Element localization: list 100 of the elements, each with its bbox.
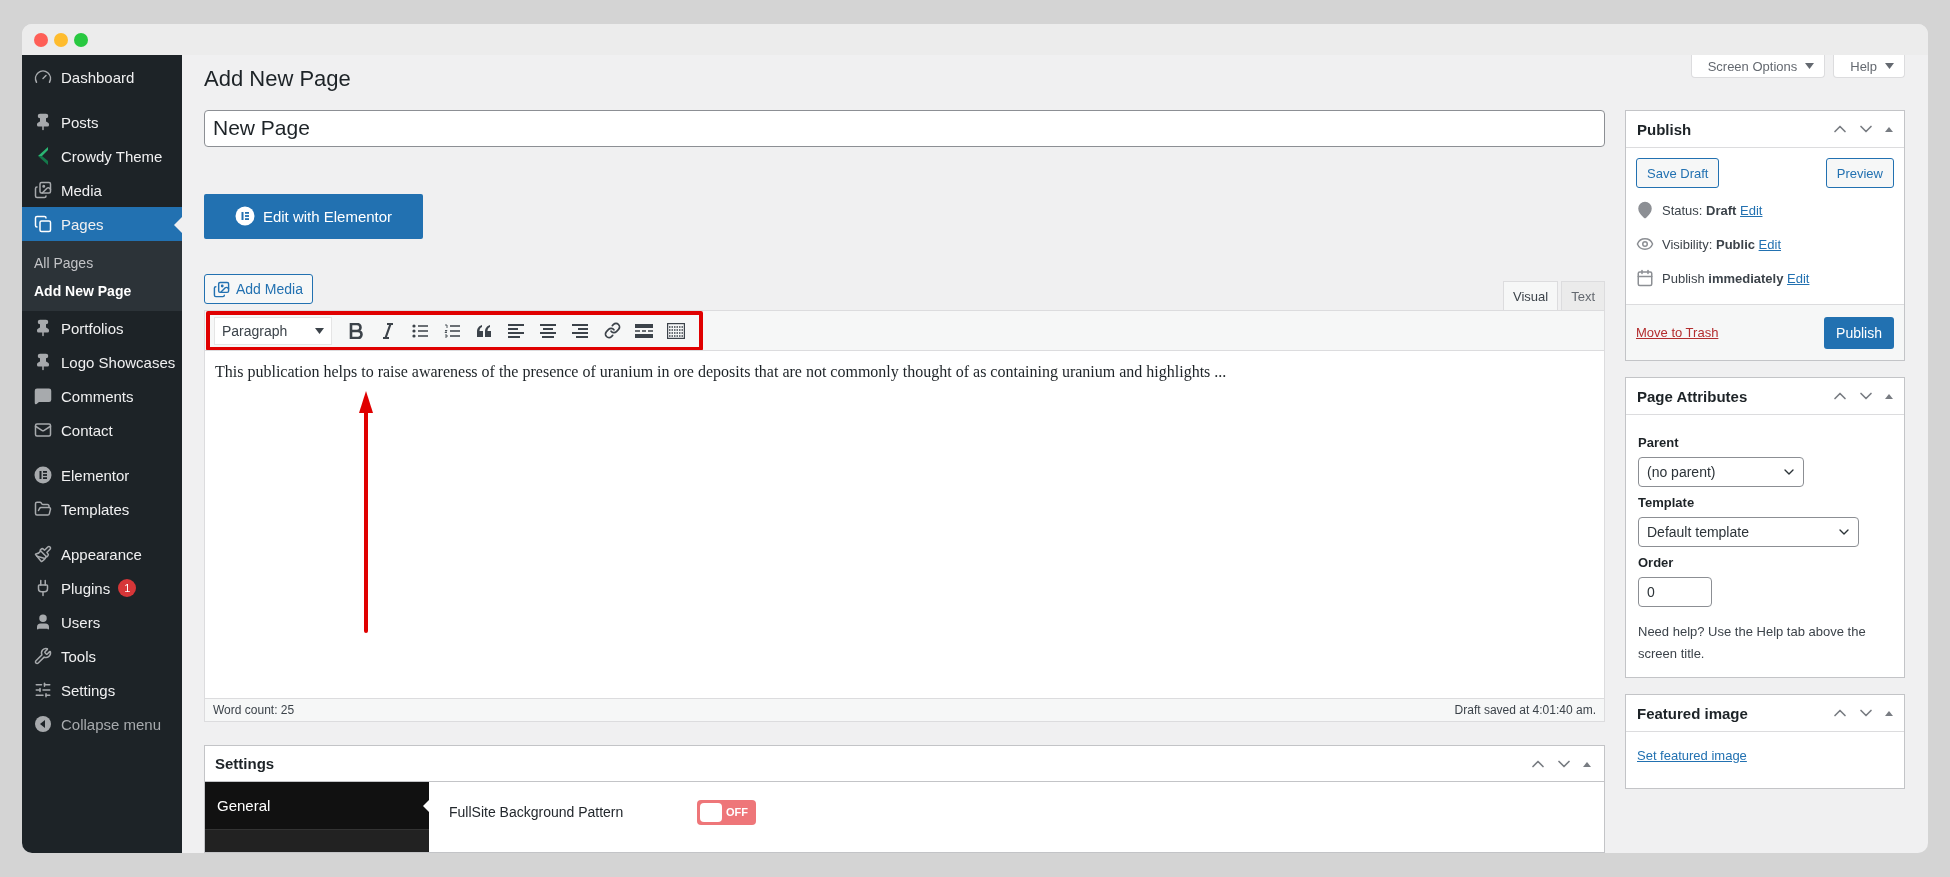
link-icon: [603, 322, 621, 340]
content-text: This publication helps to raise awareness of the presence of uranium in ore deposits that are not commonly thought of as containing uranium and highlights ...: [215, 363, 1228, 382]
sidebar-item[interactable]: Contact: [22, 413, 182, 447]
sidebar-label: Crowdy Theme: [61, 147, 163, 165]
template-dropdown[interactable]: Default template: [1638, 517, 1859, 547]
count-badge: 1: [118, 579, 137, 597]
edit-link[interactable]: Edit: [1740, 202, 1763, 218]
title-field[interactable]: New Page: [204, 110, 1605, 147]
settings-tab[interactable]: General: [205, 782, 429, 830]
caret-icon: [1805, 63, 1815, 69]
collapse-icon: [33, 714, 53, 734]
publish-setting: Visibility: Public Edit: [1662, 236, 1781, 252]
sidebar-item[interactable]: Crowdy Theme: [22, 139, 182, 173]
paintbrush-icon: [33, 544, 53, 564]
sidebar-label: Logo Showcases: [61, 353, 176, 371]
page-title: Add New Page: [204, 65, 351, 92]
align-right-icon: [572, 323, 588, 338]
panel-title: Settings: [215, 755, 275, 772]
field-label: Parent: [1638, 435, 1679, 450]
sidebar-item[interactable]: Templates: [22, 492, 182, 526]
sidebar-item[interactable]: Posts: [22, 105, 182, 139]
speech-bubble-icon: [33, 386, 53, 406]
pages-icon: [33, 214, 53, 234]
draft-saved-text: Draft saved at 4:01:40 am.: [1454, 703, 1596, 718]
publish-button[interactable]: Publish: [1824, 316, 1894, 349]
editor-area[interactable]: This publication helps to raise awareness of the presence of uranium in ore deposits that are not commonly thought of as containing uranium and highlights ...: [204, 350, 1605, 700]
word-count: Word count: 25: [213, 703, 295, 718]
e-logo-icon: [33, 465, 53, 485]
align-left-icon: [508, 323, 524, 338]
e-logo-icon: [234, 206, 255, 227]
submenu-item[interactable]: Add New Page: [22, 277, 182, 305]
format-dropdown[interactable]: Paragraph: [214, 316, 332, 345]
bulleted-list-icon: [412, 323, 428, 338]
publish-setting: Status: Draft Edit: [1662, 202, 1763, 218]
sidebar-label: Users: [61, 613, 101, 631]
field-label: Order: [1638, 555, 1674, 570]
wrench-icon: [33, 646, 53, 666]
sidebar-item[interactable]: Media: [22, 173, 182, 207]
sidebar-item[interactable]: Elementor: [22, 458, 182, 492]
sidebar-item[interactable]: Dashboard: [22, 60, 182, 94]
sidebar-label: Collapse menu: [61, 715, 162, 733]
media-icon: [213, 280, 230, 298]
envelope-icon: [33, 420, 53, 440]
sidebar-item[interactable]: Portfolios: [22, 311, 182, 345]
sidebar-label: Elementor: [61, 466, 130, 484]
box-title: Featured image: [1637, 704, 1748, 722]
preview-button[interactable]: Preview: [1825, 158, 1894, 188]
sidebar-item[interactable]: Comments: [22, 379, 182, 413]
sidebar-item[interactable]: Plugins 1: [22, 571, 182, 605]
sidebar-label: Contact: [61, 421, 113, 439]
close-icon[interactable]: [34, 32, 48, 47]
sidebar-item[interactable]: Tools: [22, 639, 182, 673]
quote-icon: [476, 324, 492, 337]
sidebar-label: Comments: [61, 387, 134, 405]
sidebar-label: Templates: [61, 500, 130, 518]
caret-icon: [315, 327, 324, 334]
sidebar-label: Dashboard: [61, 68, 135, 86]
pin-icon: [1636, 201, 1654, 219]
sidebar-item[interactable]: Logo Showcases: [22, 345, 182, 379]
sidebar-label: Appearance: [61, 545, 142, 563]
caret-icon: [1885, 63, 1894, 69]
sidebar-label: Plugins: [61, 579, 111, 597]
sidebar-item[interactable]: Collapse menu: [22, 707, 182, 741]
italic-icon: [382, 322, 394, 339]
screen-meta-button[interactable]: Help: [1833, 55, 1905, 78]
sidebar-label: Tools: [61, 647, 97, 665]
editor-tab[interactable]: Text: [1561, 281, 1605, 311]
save-draft-button[interactable]: Save Draft: [1636, 158, 1720, 188]
sidebar-item[interactable]: Settings: [22, 673, 182, 707]
editor-tab[interactable]: Visual: [1502, 281, 1559, 311]
screen-meta-button[interactable]: Screen Options: [1690, 55, 1826, 78]
edit-link[interactable]: Edit: [1758, 236, 1781, 252]
keyboard-icon: [667, 322, 685, 339]
bold-icon: [349, 322, 363, 339]
folder-icon: [33, 499, 53, 519]
edit-link[interactable]: Edit: [1787, 270, 1810, 286]
featured-image-link[interactable]: Set featured image: [1637, 748, 1747, 763]
sliders-icon: [33, 680, 53, 700]
trash-link[interactable]: Move to Trash: [1636, 325, 1719, 340]
read-more-icon: [635, 323, 653, 338]
align-center-icon: [540, 323, 556, 338]
add-media-button[interactable]: Add Media: [204, 274, 313, 305]
numbered-list-icon: [444, 323, 460, 338]
sidebar-label: Pages: [61, 215, 104, 233]
submenu-item[interactable]: All Pages: [22, 249, 182, 277]
box-title: Page Attributes: [1637, 387, 1748, 405]
sidebar-item[interactable]: Pages: [22, 207, 182, 241]
sidebar-label: Media: [61, 181, 102, 199]
sidebar-label: Portfolios: [61, 319, 124, 337]
eye-icon: [1636, 235, 1654, 253]
calendar-icon: [1636, 269, 1654, 287]
elementor-button[interactable]: Edit with Elementor: [204, 193, 423, 240]
sidebar-item[interactable]: Appearance: [22, 537, 182, 571]
images-icon: [33, 180, 53, 200]
order-field[interactable]: 0: [1638, 577, 1712, 607]
sidebar-item[interactable]: Users: [22, 605, 182, 639]
publish-setting: Publish immediately Edit: [1662, 270, 1810, 286]
field-label: Template: [1638, 495, 1695, 510]
help-text: Need help? Use the Help tab above the screen title.: [1638, 623, 1867, 663]
parent-dropdown[interactable]: (no parent): [1638, 457, 1804, 487]
